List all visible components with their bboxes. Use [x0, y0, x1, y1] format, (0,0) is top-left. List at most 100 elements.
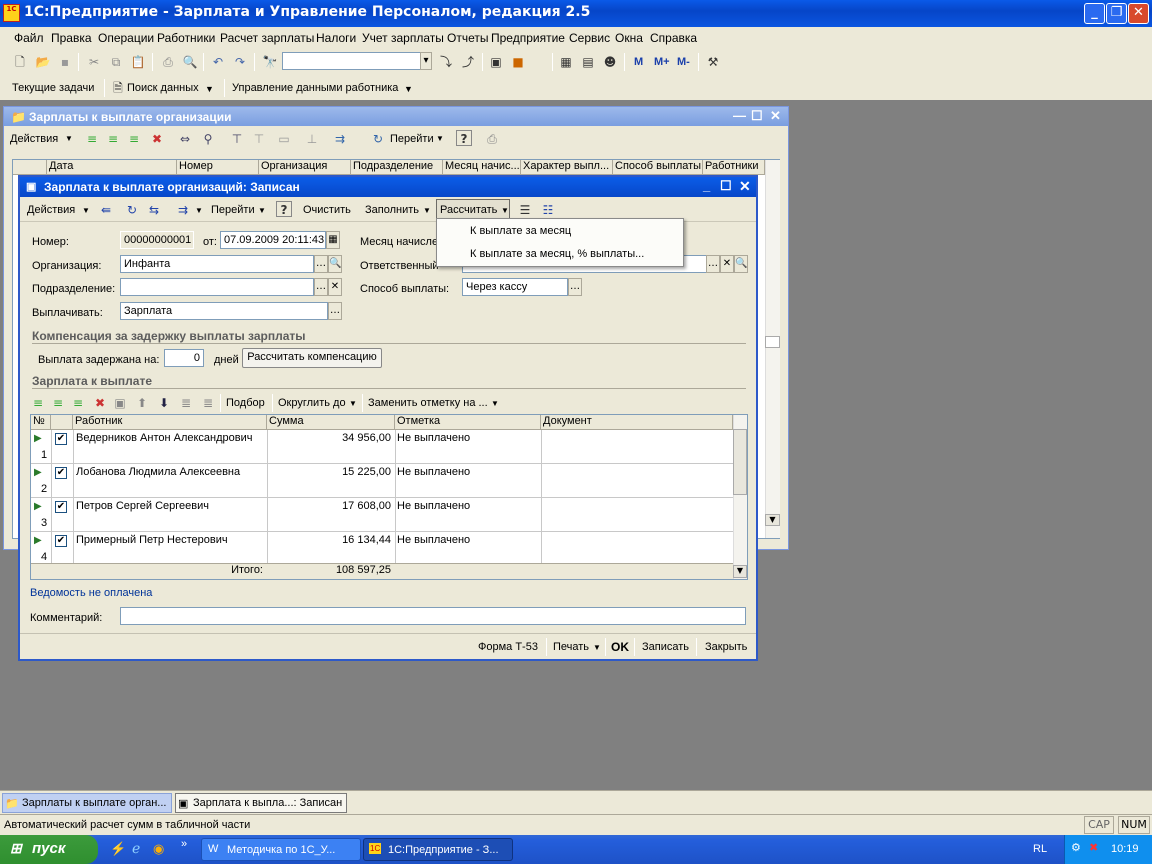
- menu-edit[interactable]: Правка: [51, 31, 92, 45]
- menu-reports[interactable]: Отчеты: [447, 31, 488, 45]
- undo-icon[interactable]: ↶: [210, 54, 226, 70]
- delete-icon[interactable]: ✖: [149, 131, 165, 147]
- memory-minus-icon[interactable]: M-: [677, 56, 690, 68]
- close-icon[interactable]: ✕: [770, 108, 781, 124]
- add-row-icon[interactable]: ≡: [30, 395, 46, 411]
- menu-enterprise[interactable]: Предприятие: [491, 31, 565, 45]
- find-next-icon[interactable]: ⤵: [438, 54, 454, 70]
- chevron-down-icon[interactable]: ▼: [205, 84, 214, 94]
- save-icon[interactable]: ▪: [57, 54, 73, 70]
- filter-off-icon[interactable]: ⊤: [251, 131, 267, 147]
- antivirus-icon[interactable]: ✖: [1089, 841, 1098, 854]
- close-button[interactable]: Закрыть: [705, 641, 747, 653]
- find-icon[interactable]: ⚲: [200, 131, 216, 147]
- menu-employees[interactable]: Работники: [157, 31, 215, 45]
- select-pay-method-icon[interactable]: …: [568, 278, 582, 296]
- close-icon[interactable]: ✕: [739, 178, 751, 195]
- col-employees[interactable]: Работники: [703, 160, 765, 175]
- open-organization-icon[interactable]: 🔍: [328, 255, 342, 273]
- menu-help[interactable]: Справка: [650, 31, 697, 45]
- clear-responsible-icon[interactable]: ✕: [720, 255, 734, 273]
- cut-icon[interactable]: ✂: [86, 54, 102, 70]
- menu-payroll[interactable]: Расчет зарплаты: [220, 31, 314, 45]
- date-field[interactable]: 07.09.2009 20:11:43: [220, 231, 326, 249]
- add-icon[interactable]: ≡: [84, 131, 100, 147]
- col-number[interactable]: Номер: [177, 160, 259, 175]
- search-dropdown-icon[interactable]: ▾: [420, 52, 432, 70]
- windows-icon[interactable]: ▣: [488, 54, 504, 70]
- filter-icon[interactable]: ⊤: [229, 131, 245, 147]
- calc-compensation-button[interactable]: Рассчитать компенсацию: [242, 348, 382, 368]
- calendar-picker-icon[interactable]: ▦: [326, 231, 340, 249]
- row-employee[interactable]: Примерный Петр Нестерович: [76, 534, 228, 546]
- col-document[interactable]: Документ: [541, 415, 733, 430]
- goto-menu[interactable]: Перейти: [390, 133, 434, 145]
- row-mark[interactable]: Не выплачено: [397, 534, 470, 546]
- copy-row-icon[interactable]: ≡: [50, 395, 66, 411]
- row-sum[interactable]: 34 956,00: [271, 432, 391, 444]
- interval-icon[interactable]: ⇔: [177, 131, 193, 147]
- organization-field[interactable]: Инфанта: [120, 255, 314, 273]
- dropdown-item-month[interactable]: К выплате за месяц: [470, 225, 571, 237]
- 1c-icon[interactable]: ■: [510, 54, 526, 70]
- copy-row-icon[interactable]: ≡: [105, 131, 121, 147]
- print-preview-icon[interactable]: 🔍: [182, 54, 198, 70]
- round-menu[interactable]: Округлить до: [278, 397, 346, 409]
- col-date[interactable]: Дата: [47, 160, 177, 175]
- help-icon[interactable]: ?: [456, 130, 472, 146]
- col-checkbox[interactable]: [51, 415, 73, 430]
- refresh-icon[interactable]: ↻: [370, 131, 386, 147]
- row-mark[interactable]: Не выплачено: [397, 466, 470, 478]
- pay-method-field[interactable]: Через кассу: [462, 278, 568, 296]
- quicklaunch-icon[interactable]: ⚡: [110, 841, 126, 857]
- scroll-down-icon[interactable]: ▼: [765, 514, 780, 526]
- employee-data-button[interactable]: Управление данными работника: [232, 82, 398, 94]
- reread-icon[interactable]: ↻: [124, 202, 140, 218]
- salary-grid[interactable]: № Работник Сумма Отметка Документ ▶ ✔ 1 …: [30, 414, 748, 580]
- start-button[interactable]: ⊞ пуск: [0, 835, 98, 864]
- row-checkbox[interactable]: ✔: [55, 433, 67, 445]
- print-menu[interactable]: Печать: [553, 641, 589, 653]
- row-checkbox[interactable]: ✔: [55, 501, 67, 513]
- sort-icon[interactable]: ▭: [276, 131, 292, 147]
- copy-icon[interactable]: ⧉: [108, 54, 124, 70]
- col-department[interactable]: Подразделение: [351, 160, 443, 175]
- paste-icon[interactable]: 📋: [130, 54, 146, 70]
- col-organization[interactable]: Организация: [259, 160, 351, 175]
- comment-field[interactable]: [120, 607, 746, 625]
- row-mark[interactable]: Не выплачено: [397, 500, 470, 512]
- select-organization-icon[interactable]: …: [314, 255, 328, 273]
- current-tasks-button[interactable]: Текущие задачи: [12, 82, 94, 94]
- fill-menu[interactable]: Заполнить: [365, 204, 419, 216]
- open-responsible-icon[interactable]: 🔍: [734, 255, 748, 273]
- select-pay-icon[interactable]: …: [328, 302, 342, 320]
- col-row-number[interactable]: №: [31, 415, 51, 430]
- printer-icon[interactable]: ⎙: [484, 131, 500, 147]
- menu-operations[interactable]: Операции: [98, 31, 154, 45]
- menu-payroll-accounting[interactable]: Учет зарплаты: [362, 31, 444, 45]
- payment-status-link[interactable]: Ведомость не оплачена: [30, 587, 152, 599]
- row-employee[interactable]: Ведерников Антон Александрович: [76, 432, 253, 444]
- form-t53-button[interactable]: Форма Т-53: [478, 641, 538, 653]
- menu-file[interactable]: Файл: [14, 31, 44, 45]
- maximize-icon[interactable]: ☐: [720, 178, 732, 194]
- replace-mark-menu[interactable]: Заменить отметку на ...: [368, 397, 488, 409]
- back-icon[interactable]: ⇚: [98, 202, 114, 218]
- ok-button[interactable]: OK: [611, 640, 629, 654]
- tools-icon[interactable]: ⚒: [705, 54, 721, 70]
- more-icon[interactable]: »: [181, 838, 187, 850]
- actions-menu[interactable]: Действия: [27, 204, 75, 216]
- search-input[interactable]: [282, 52, 422, 70]
- search-data-button[interactable]: Поиск данных: [127, 82, 199, 94]
- row-mark[interactable]: Не выплачено: [397, 432, 470, 444]
- col-month[interactable]: Месяц начис...: [443, 160, 521, 175]
- menu-taxes[interactable]: Налоги: [316, 31, 356, 45]
- scroll-down-icon[interactable]: ▼: [733, 565, 747, 578]
- row-employee[interactable]: Петров Сергей Сергеевич: [76, 500, 209, 512]
- pay-field[interactable]: Зарплата: [120, 302, 328, 320]
- calculator-icon[interactable]: ▦: [558, 54, 574, 70]
- structure-icon[interactable]: ⇉: [175, 202, 191, 218]
- select-button[interactable]: Подбор: [226, 397, 265, 409]
- user-icon[interactable]: ☻: [602, 54, 618, 70]
- dropdown-item-month-percent[interactable]: К выплате за месяц, % выплаты...: [470, 248, 644, 260]
